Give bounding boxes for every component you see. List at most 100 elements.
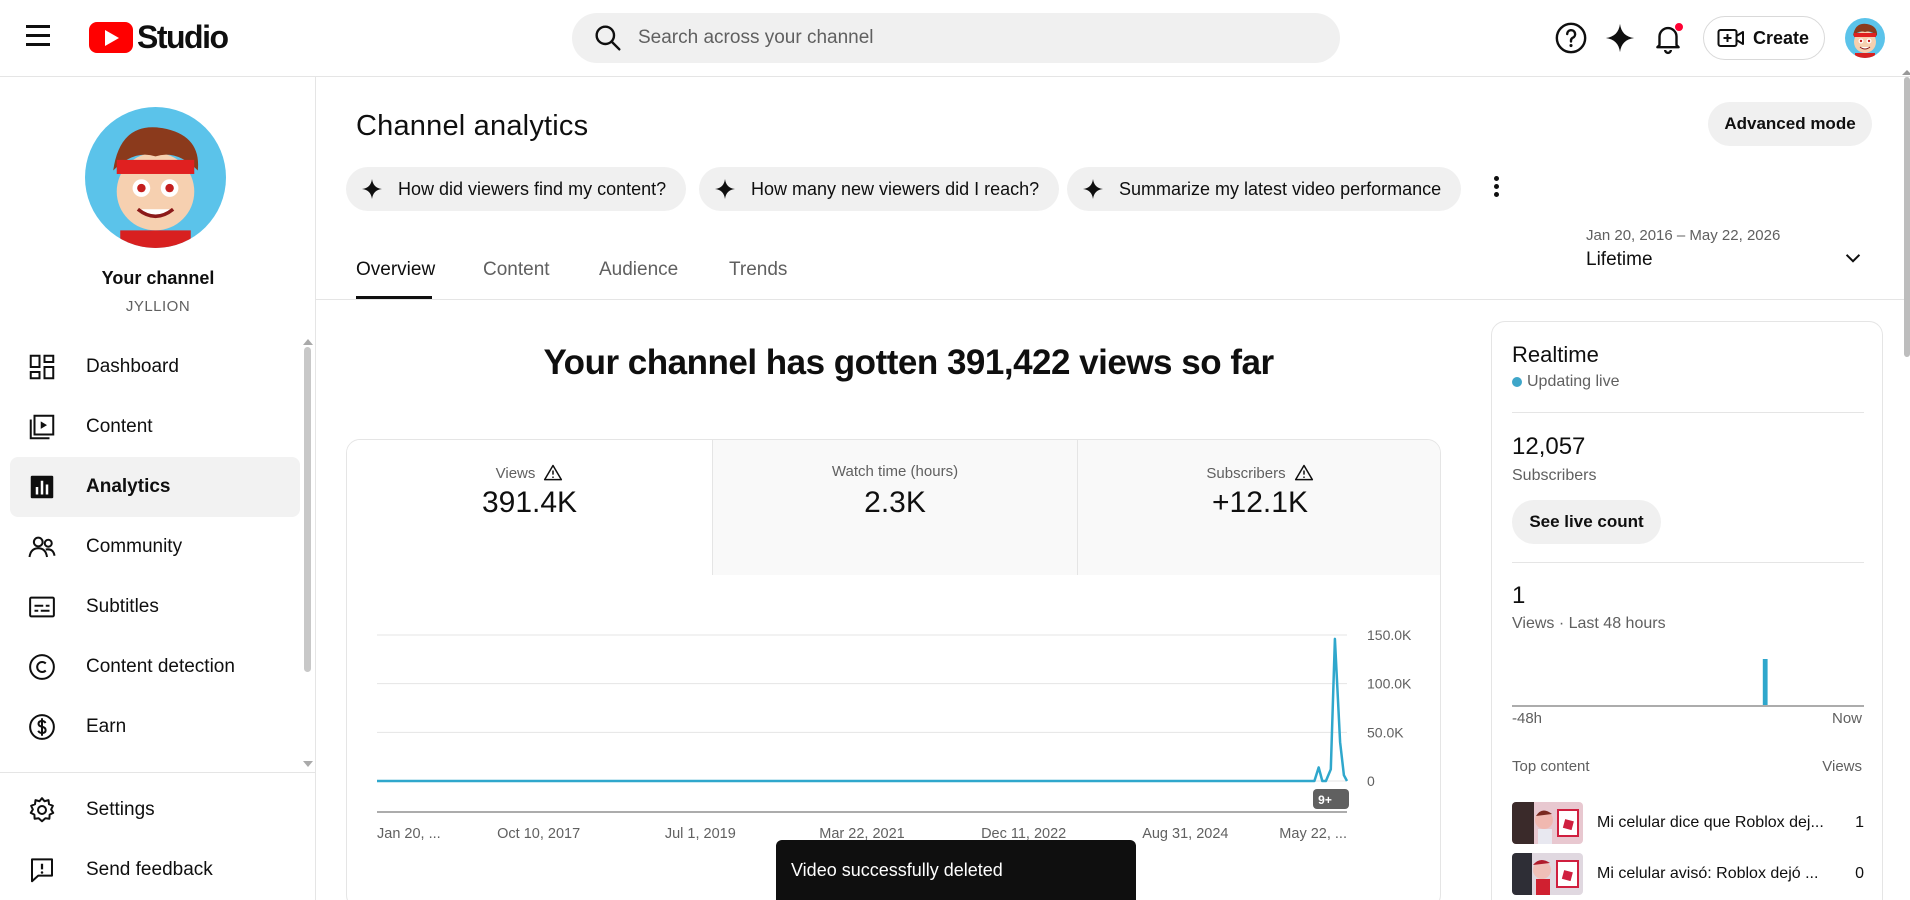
page-scrollbar[interactable] (1904, 77, 1910, 357)
metric-tab-subscribers[interactable]: Subscribers +12.1K (1077, 440, 1440, 575)
upload-marker-badge[interactable]: 9+ (1313, 789, 1349, 809)
suggestion-chip-discovery[interactable]: How did viewers find my content? (346, 167, 687, 211)
create-label: Create (1753, 27, 1810, 48)
sidebar: Your channel JYLLION Dashboard Content A… (0, 77, 316, 900)
advanced-mode-button[interactable]: Advanced mode (1708, 102, 1872, 146)
y-tick-label: 0 (1367, 773, 1375, 789)
metric-value: +12.1K (1212, 486, 1308, 519)
realtime-views-value: 1 (1512, 582, 1526, 609)
realtime-axis-start: -48h (1512, 710, 1543, 727)
tab-trends[interactable]: Trends (729, 259, 787, 281)
sidebar-bottom-nav: Settings Send feedback (10, 780, 300, 900)
see-live-count-button[interactable]: See live count (1512, 500, 1661, 544)
video-views: 0 (1855, 865, 1864, 882)
date-range-text: Jan 20, 2016 – May 22, 2026 (1586, 227, 1781, 244)
sidebar-item-subtitles[interactable]: Subtitles (10, 577, 300, 637)
video-thumbnail (1512, 853, 1583, 895)
metric-label: Views (495, 464, 536, 482)
tabs-divider (316, 299, 1910, 300)
page-title: Channel analytics (356, 110, 589, 142)
video-title: Mi celular dice que Roblox dej... (1597, 814, 1824, 831)
top-content-heading: Top content (1512, 758, 1590, 775)
channel-name: Your channel (101, 268, 215, 288)
top-content-row[interactable]: Mi celular dice que Roblox dej... 1 (1512, 802, 1864, 844)
date-range-label: Lifetime (1586, 249, 1653, 270)
date-range-picker[interactable]: Jan 20, 2016 – May 22, 2026 Lifetime (1586, 227, 1876, 287)
page-scroll-up[interactable] (1902, 70, 1910, 75)
suggestion-chip-new-viewers[interactable]: How many new viewers did I reach? (699, 167, 1060, 211)
menu-icon[interactable] (26, 25, 60, 51)
account-avatar[interactable] (1845, 18, 1885, 58)
more-options-icon[interactable] (1486, 173, 1506, 205)
suggestion-chip-summarize[interactable]: Summarize my latest video performance (1067, 167, 1462, 211)
create-video-icon (1717, 29, 1744, 47)
top-bar: Studio Create (0, 0, 1910, 77)
x-tick-label: Oct 10, 2017 (497, 826, 580, 842)
sidebar-scroll-up[interactable] (303, 339, 313, 345)
sidebar-item-analytics[interactable]: Analytics (10, 457, 300, 517)
metric-value: 391.4K (481, 486, 578, 519)
chip-label: Summarize my latest video performance (1119, 178, 1442, 199)
top-content-views-heading: Views (1822, 758, 1862, 775)
youtube-logo-icon (89, 22, 133, 53)
realtime-subscribers-value: 12,057 (1512, 433, 1586, 460)
sidebar-scroll-down[interactable] (303, 761, 313, 767)
metric-label-row: Watch time (hours) (713, 463, 1077, 480)
live-dot (1512, 377, 1522, 387)
y-tick-label: 150.0K (1367, 627, 1412, 643)
analytics-icon (30, 475, 54, 499)
sidebar-item-content-detection[interactable]: Content detection (10, 637, 300, 697)
badge-label: 9+ (1318, 793, 1332, 807)
realtime-views-chart[interactable] (1512, 647, 1864, 707)
search-input[interactable] (638, 27, 1288, 49)
channel-handle: JYLLION (125, 298, 191, 315)
sidebar-scrollbar[interactable] (304, 347, 311, 672)
tab-overview[interactable]: Overview (356, 259, 435, 281)
dashboard-icon (29, 354, 55, 380)
x-tick-label: Jan 20, ... (377, 826, 441, 842)
metric-label: Subscribers (1206, 464, 1286, 482)
studio-logo[interactable]: Studio (89, 19, 229, 56)
realtime-axis-end: Now (1831, 710, 1862, 727)
realtime-views-label: Views · Last 48 hours (1512, 615, 1666, 632)
metric-tab-views[interactable]: Views 391.4K (347, 440, 712, 575)
sparkle-icon (1083, 179, 1103, 199)
copyright-icon (29, 654, 55, 680)
search-icon[interactable] (592, 22, 624, 54)
help-icon[interactable] (1554, 21, 1588, 55)
realtime-bar (1762, 659, 1768, 705)
x-tick-label: Jul 1, 2019 (665, 826, 736, 842)
tab-audience[interactable]: Audience (599, 259, 678, 281)
top-content-row[interactable]: Mi celular avisó: Roblox dejó ... 0 (1512, 853, 1864, 895)
y-tick-label: 50.0K (1367, 724, 1404, 740)
warning-icon[interactable] (543, 463, 563, 483)
community-icon (28, 536, 56, 558)
sidebar-item-label: Settings (86, 799, 155, 820)
sparkle-icon[interactable] (1603, 21, 1637, 55)
chevron-down-icon (1845, 254, 1861, 263)
sparkle-icon (715, 179, 735, 199)
create-button[interactable]: Create (1703, 16, 1825, 60)
gear-icon (29, 797, 55, 823)
sidebar-item-label: Content detection (86, 656, 235, 677)
metric-tab-watch-time[interactable]: Watch time (hours) 2.3K (712, 440, 1077, 575)
realtime-divider (1512, 412, 1864, 413)
sidebar-item-send-feedback[interactable]: Send feedback (10, 840, 300, 900)
video-thumbnail (1512, 802, 1583, 844)
search-bar[interactable] (572, 13, 1340, 63)
notifications-button[interactable] (1651, 21, 1685, 55)
sidebar-item-community[interactable]: Community (10, 517, 300, 577)
sidebar-item-dashboard[interactable]: Dashboard (10, 337, 300, 397)
video-views: 1 (1855, 814, 1864, 831)
sidebar-item-content[interactable]: Content (10, 397, 300, 457)
sidebar-divider (0, 772, 315, 773)
tab-content[interactable]: Content (483, 259, 550, 281)
sidebar-item-label: Earn (86, 716, 127, 737)
toast-notification: Video successfully deleted (776, 840, 1136, 900)
sidebar-item-settings[interactable]: Settings (10, 780, 300, 840)
warning-icon[interactable] (1294, 463, 1314, 483)
realtime-card: Realtime Updating live 12,057 Subscriber… (1491, 321, 1883, 900)
x-tick-label: May 22, ... (1279, 826, 1347, 842)
sidebar-item-earn[interactable]: Earn (10, 697, 300, 757)
channel-avatar[interactable] (85, 107, 226, 248)
